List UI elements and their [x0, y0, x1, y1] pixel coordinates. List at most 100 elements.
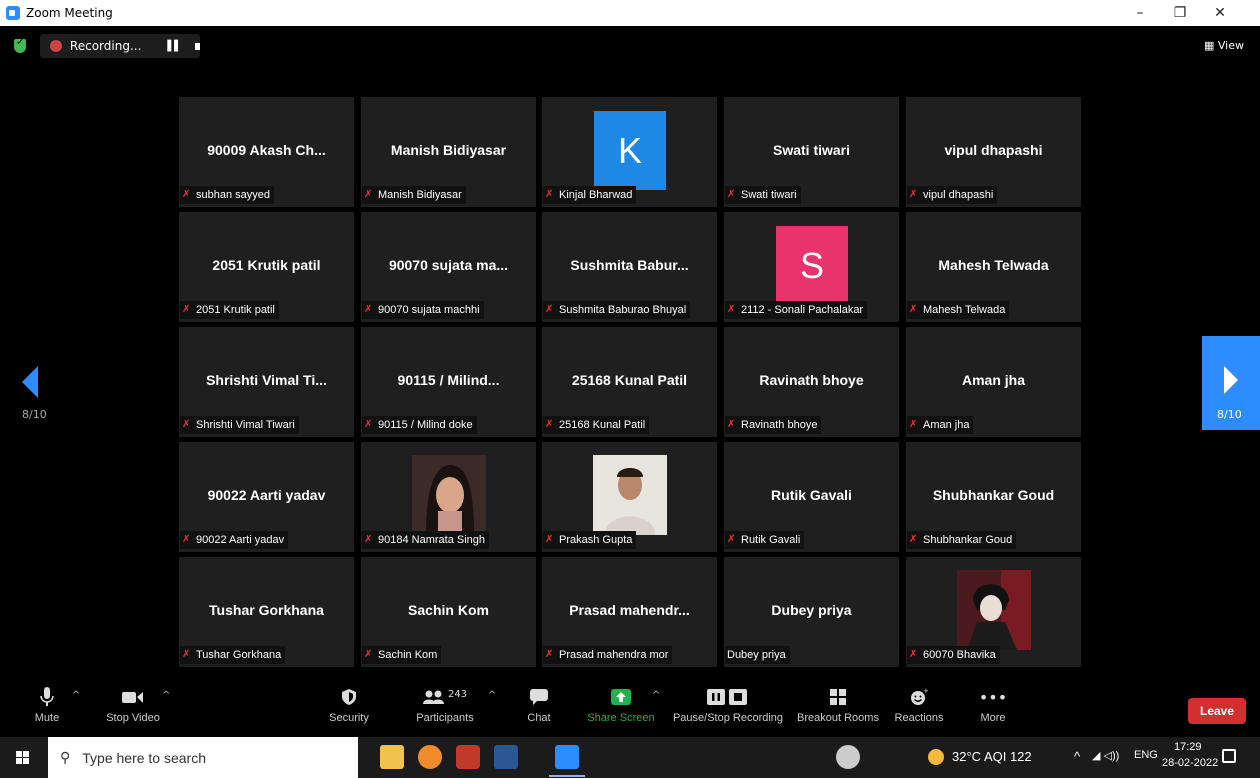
clock-date[interactable]: 28-02-2022: [1162, 757, 1218, 769]
pause-stop-icons: [707, 682, 749, 712]
participant-tile[interactable]: Dubey priya Dubey priya: [724, 557, 899, 667]
page-indicator-right: 8/10: [1217, 408, 1242, 421]
stop-video-button[interactable]: Stop Video: [98, 682, 168, 736]
participant-name: 90070 sujata machhi: [378, 304, 480, 316]
close-button[interactable]: ✕: [1200, 0, 1240, 26]
firefox-icon[interactable]: [418, 745, 442, 769]
participant-name-tag: ✗ 90184 Namrata Singh: [362, 531, 490, 549]
chat-button[interactable]: Chat: [524, 682, 554, 736]
participant-tile[interactable]: Shubhankar Goud ✗ Shubhankar Goud: [906, 442, 1081, 552]
encryption-shield-icon[interactable]: [14, 37, 26, 53]
breakout-rooms-button[interactable]: Breakout Rooms: [795, 682, 881, 736]
participant-name: Sachin Kom: [378, 649, 438, 661]
participant-name-tag: ✗ Swati tiwari: [725, 186, 801, 204]
snipping-tool-icon[interactable]: [456, 745, 480, 769]
stop-recording-icon[interactable]: [194, 42, 200, 50]
previous-page-arrow-icon[interactable]: [22, 366, 38, 398]
share-screen-button[interactable]: Share Screen: [586, 682, 656, 736]
minimize-button[interactable]: –: [1120, 0, 1160, 26]
participant-tile[interactable]: ✗ Prakash Gupta: [542, 442, 717, 552]
more-button[interactable]: ••• More: [972, 682, 1014, 736]
windows-start-icon[interactable]: [16, 751, 30, 765]
security-button[interactable]: Security: [325, 682, 373, 736]
participant-tile[interactable]: 90009 Akash Ch... ✗ subhan sayyed: [179, 97, 354, 207]
participant-tile[interactable]: Sushmita Babur... ✗ Sushmita Baburao Bhuya…: [542, 212, 717, 322]
audio-options-chevron-icon[interactable]: ^: [72, 690, 80, 701]
pause-recording-icon[interactable]: ▌▌: [167, 41, 181, 52]
muted-microphone-icon: ✗: [727, 534, 736, 545]
participant-tile[interactable]: Aman jha ✗ Aman jha: [906, 327, 1081, 437]
participant-tile[interactable]: Swati tiwari ✗ Swati tiwari: [724, 97, 899, 207]
participant-name: Sushmita Baburao Bhuyal: [559, 304, 687, 316]
muted-microphone-icon: ✗: [182, 649, 191, 660]
participant-display-name: Ravinath bhoye: [759, 372, 864, 388]
share-options-chevron-icon[interactable]: ^: [652, 690, 660, 701]
participant-tile[interactable]: 2051 Krutik patil ✗ 2051 Krutik patil: [179, 212, 354, 322]
search-placeholder: Type here to search: [82, 749, 207, 766]
participant-tile[interactable]: S ✗ 2112 - Sonali Pachalakar: [724, 212, 899, 322]
participant-tile[interactable]: ✗ 60070 Bhavika: [906, 557, 1081, 667]
grid-icon: ▦: [1203, 39, 1215, 52]
muted-microphone-icon: ✗: [727, 304, 736, 315]
participant-tile[interactable]: 90022 Aarti yadav ✗ 90022 Aarti yadav: [179, 442, 354, 552]
view-button[interactable]: ▦ View: [1204, 39, 1244, 52]
participant-tile[interactable]: Sachin Kom ✗ Sachin Kom: [361, 557, 536, 667]
participant-tile[interactable]: Shrishti Vimal Ti... ✗ Shrishti Vimal Tiwa…: [179, 327, 354, 437]
participant-name-tag: ✗ 90022 Aarti yadav: [180, 531, 289, 549]
participant-display-name: Manish Bidiyasar: [390, 142, 507, 158]
muted-microphone-icon: ✗: [545, 649, 554, 660]
participant-count: 243: [447, 688, 468, 700]
participant-tile[interactable]: 25168 Kunal Patil ✗ 25168 Kunal Patil: [542, 327, 717, 437]
pause-stop-recording-button[interactable]: Pause/Stop Recording: [670, 682, 786, 736]
muted-microphone-icon: ✗: [545, 189, 554, 200]
participant-display-name: Aman jha: [961, 372, 1025, 388]
taskbar-search-box[interactable]: ⚲ Type here to search: [48, 737, 358, 778]
participant-display-name: 90022 Aarti yadav: [207, 487, 326, 503]
chat-label: Chat: [527, 712, 551, 724]
participant-name: Shubhankar Goud: [923, 534, 1013, 546]
video-options-chevron-icon[interactable]: ^: [162, 690, 170, 701]
participant-name-tag: ✗ Mahesh Telwada: [907, 301, 1010, 319]
clock-time[interactable]: 17:29: [1174, 741, 1202, 753]
language-indicator[interactable]: ENG: [1134, 749, 1158, 761]
participant-tile[interactable]: 90115 / Milind... ✗ 90115 / Milind doke: [361, 327, 536, 437]
zoom-app-icon: [6, 6, 20, 20]
next-page-button[interactable]: 8/10: [1202, 336, 1260, 430]
weather-text[interactable]: 32°C AQI 122: [952, 749, 1032, 764]
more-label: More: [980, 712, 1006, 724]
network-volume-icons[interactable]: ◢ ◁)): [1092, 749, 1119, 762]
participant-name: subhan sayyed: [196, 189, 270, 201]
participant-name: 25168 Kunal Patil: [559, 419, 646, 431]
microphone-icon: [40, 682, 54, 712]
participant-tile[interactable]: Rutik Gavali ✗ Rutik Gavali: [724, 442, 899, 552]
participant-display-name: Sachin Kom: [408, 602, 489, 618]
reactions-button[interactable]: + Reactions: [893, 682, 945, 736]
notification-icon[interactable]: [1222, 749, 1236, 763]
participant-tile[interactable]: Manish Bidiyasar ✗ Manish Bidiyasar: [361, 97, 536, 207]
restore-button[interactable]: ❐: [1160, 0, 1200, 26]
file-explorer-icon[interactable]: [380, 745, 404, 769]
leave-button[interactable]: Leave: [1188, 698, 1246, 724]
participants-chevron-icon[interactable]: ^: [488, 690, 496, 701]
participant-name-tag: ✗ Ravinath bhoye: [725, 416, 822, 434]
participant-tile[interactable]: ✗ 90184 Namrata Singh: [361, 442, 536, 552]
participant-tile[interactable]: 90070 sujata ma... ✗ 90070 sujata machhi: [361, 212, 536, 322]
zoom-taskbar-icon[interactable]: [549, 745, 585, 777]
tray-chevron-icon[interactable]: ^: [1074, 749, 1080, 764]
participant-tile[interactable]: Ravinath bhoye ✗ Ravinath bhoye: [724, 327, 899, 437]
participant-name-tag: ✗ 90115 / Milind doke: [362, 416, 477, 434]
participant-tile[interactable]: vipul dhapashi ✗ vipul dhapashi: [906, 97, 1081, 207]
pause-stop-recording-label: Pause/Stop Recording: [672, 712, 784, 724]
mute-button[interactable]: Mute: [30, 682, 64, 736]
participant-tile[interactable]: Prasad mahendr... ✗ Prasad mahendra mor: [542, 557, 717, 667]
participant-tile[interactable]: K ✗ Kinjal Bharwad: [542, 97, 717, 207]
participant-tile[interactable]: Tushar Gorkhana ✗ Tushar Gorkhana: [179, 557, 354, 667]
participants-button[interactable]: 243 Participants: [410, 682, 480, 736]
windows-taskbar: ⚲ Type here to search 32°C AQI 122 ^ ◢ ◁…: [0, 737, 1260, 778]
help-icon[interactable]: [836, 745, 860, 769]
muted-microphone-icon: ✗: [909, 534, 918, 545]
mute-label: Mute: [34, 712, 60, 724]
recording-indicator: Recording... ▌▌: [40, 34, 200, 58]
participant-tile[interactable]: Mahesh Telwada ✗ Mahesh Telwada: [906, 212, 1081, 322]
word-icon[interactable]: [494, 745, 518, 769]
